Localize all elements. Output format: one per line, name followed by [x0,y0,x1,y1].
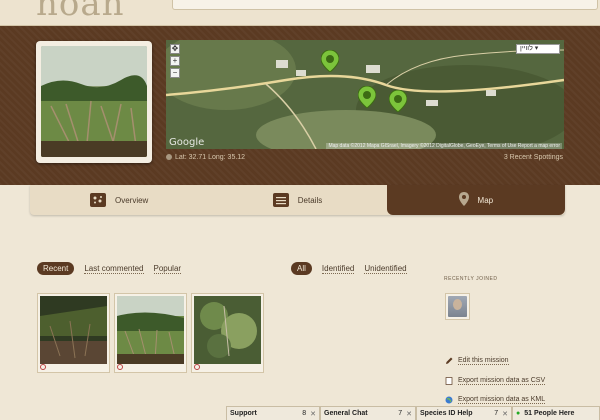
edit-mission-link[interactable]: Edit this mission [445,357,509,365]
edit-mission-label: Edit this mission [458,357,509,365]
mission-photo [41,46,147,157]
mission-map[interactable]: ✥ + − לוויין ▾ Google Map data ©2012 Map… [166,40,564,149]
export-csv-link[interactable]: Export mission data as CSV [445,377,546,385]
spotting-thumbnails [37,293,264,373]
spotting-photo [117,296,184,364]
tab-details-label: Details [297,195,323,205]
spotting-thumbnail[interactable] [114,293,187,373]
export-csv-label: Export mission data as CSV [458,377,546,385]
recently-joined-heading: RECENTLY JOINED [444,276,498,282]
list-icon [272,193,289,207]
chat-bar: Support 8 ✕ General Chat 7 ✕ Species ID … [226,406,600,420]
spotting-photo [194,296,261,364]
mission-tabs: Overview Details Map [30,185,565,215]
document-icon [445,377,453,385]
export-kml-link[interactable]: Export mission data as KML [445,396,546,404]
close-icon[interactable]: ✕ [406,410,412,418]
sort-recent-button[interactable]: Recent [37,262,75,275]
filter-all-button[interactable]: All [291,262,312,275]
map-marker-icon[interactable] [389,90,407,112]
chat-tab-label: Species ID Help [420,410,473,417]
close-icon[interactable]: ✕ [310,410,316,418]
filter-identified-link[interactable]: Identified [321,264,355,274]
sort-filters: Recent Last commented Popular [37,262,182,275]
map-marker-icon[interactable] [358,86,376,108]
tab-map[interactable]: Map [386,185,565,215]
recent-spottings-count: 3 Recent Spottings [503,154,563,161]
map-pan-icon[interactable]: ✥ [170,44,180,54]
zoom-in-icon[interactable]: + [170,56,180,66]
map-type-label: לוויין [520,45,533,52]
close-icon[interactable]: ✕ [502,410,508,418]
unidentified-badge-icon [117,364,123,370]
tab-map-label: Map [477,195,494,205]
map-pin-icon [458,192,469,208]
location-icon [166,154,172,161]
map-credits: Map data ©2012 Mapa GISrael, Imagery ©20… [326,143,562,149]
globe-icon [445,396,453,404]
spotting-thumbnail[interactable] [191,293,264,373]
mission-banner: ✥ + − לוויין ▾ Google Map data ©2012 Map… [0,26,600,185]
online-dot-icon: ● [516,410,521,417]
people-here-button[interactable]: ● 51 People Here [512,406,600,420]
map-zoom-controls: ✥ + − [170,44,184,88]
spotting-thumbnail[interactable] [37,293,110,373]
tab-overview-label: Overview [114,195,149,205]
chat-tab-count: 7 [494,410,499,417]
unidentified-badge-icon [40,364,46,370]
site-logo[interactable]: noah [36,0,125,24]
export-kml-label: Export mission data as KML [458,396,546,404]
chat-tab-support[interactable]: Support 8 ✕ [226,406,320,420]
chat-tab-general[interactable]: General Chat 7 ✕ [320,406,416,420]
filter-unidentified-link[interactable]: Unidentified [364,264,407,274]
spotting-photo [40,296,107,364]
identification-filters: All Identified Unidentified [291,262,407,275]
pencil-icon [446,357,453,364]
map-type-dropdown[interactable]: לוויין ▾ [516,44,560,54]
tab-overview[interactable]: Overview [30,185,208,215]
chat-tab-count: 8 [302,410,307,417]
google-logo: Google [169,137,205,148]
chat-tab-count: 7 [398,410,403,417]
coordinates: Lat: 32.71 Long: 35.12 [166,154,245,161]
avatar-image [448,296,467,317]
top-strip: noah [0,0,600,26]
sort-last-commented-link[interactable]: Last commented [84,264,144,274]
chat-tab-label: Support [230,410,257,417]
coordinates-text: Lat: 32.71 Long: 35.12 [175,154,246,161]
chat-tab-species-id[interactable]: Species ID Help 7 ✕ [416,406,512,420]
sort-popular-link[interactable]: Popular [153,264,182,274]
people-here-label: 51 People Here [524,410,575,417]
map-marker-icon[interactable] [321,50,339,72]
photos-icon [89,193,106,207]
chat-tab-label: General Chat [324,410,368,417]
mission-photo-card[interactable] [36,41,152,163]
unidentified-badge-icon [194,364,200,370]
zoom-out-icon[interactable]: − [170,68,180,78]
tab-details[interactable]: Details [208,185,386,215]
top-search-field[interactable] [172,0,598,10]
member-avatar[interactable] [445,293,470,320]
